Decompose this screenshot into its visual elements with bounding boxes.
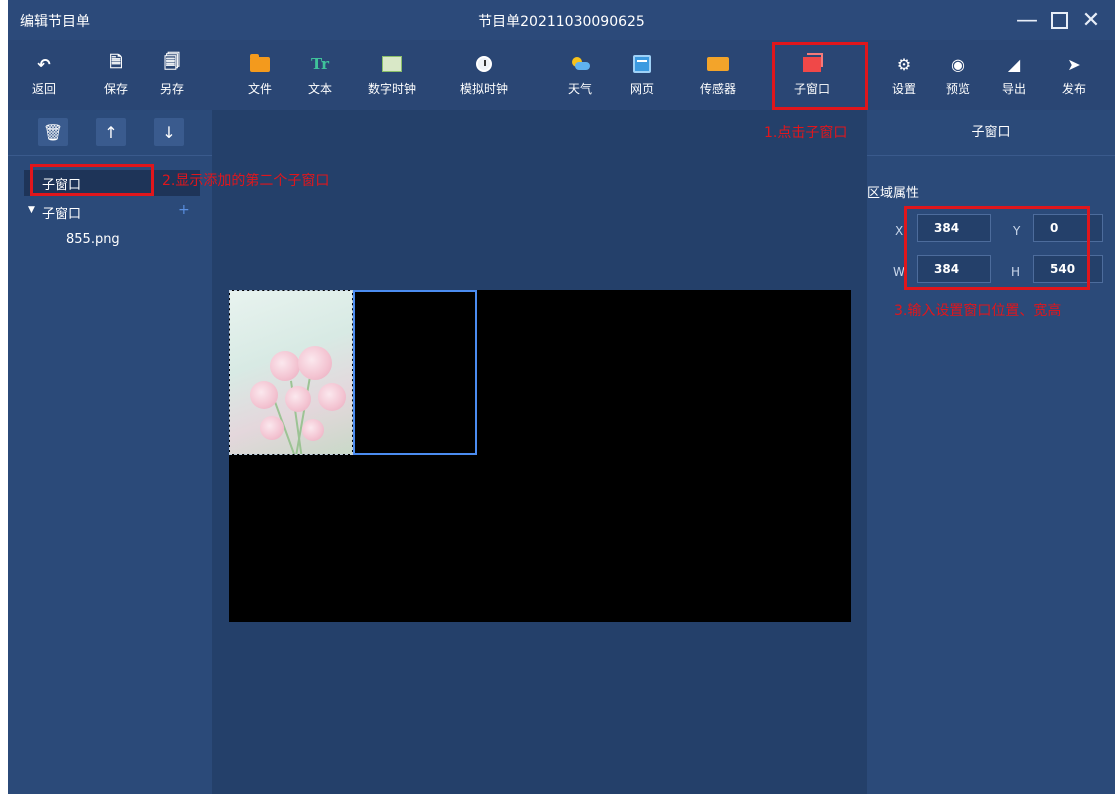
arrow-down-icon: ↓ <box>162 122 176 142</box>
program-editor-window: 编辑节目单 节目单20211030090625 — ✕ ↶ 返回 🗎 保存 🗐 … <box>8 0 1115 794</box>
annotation-box-tree <box>30 164 154 196</box>
save-icon: 🗎 <box>109 51 123 71</box>
analog-clock-icon <box>476 56 492 72</box>
subwindow-1-image[interactable] <box>229 290 353 455</box>
webpage-icon <box>633 55 651 73</box>
weather-button[interactable]: 天气 <box>550 50 610 102</box>
annotation-step2: 2.显示添加的第二个子窗口 <box>162 173 330 189</box>
publish-button[interactable]: ➤ 发布 <box>1044 50 1104 102</box>
title-bar: 编辑节目单 节目单20211030090625 — ✕ <box>8 0 1115 40</box>
webpage-button[interactable]: 网页 <box>612 50 672 102</box>
back-button[interactable]: ↶ 返回 <box>14 50 74 102</box>
toolbar: ↶ 返回 🗎 保存 🗐 另存 文件 Tr 文本 数字时钟 模拟时钟 天气 网页 … <box>8 40 1115 110</box>
file-button[interactable]: 文件 <box>230 50 290 102</box>
maximize-button[interactable] <box>1044 6 1074 34</box>
canvas-area <box>212 110 867 794</box>
digital-clock-button[interactable]: 数字时钟 <box>362 50 422 102</box>
move-down-button[interactable]: ↓ <box>154 118 184 146</box>
layer-tools: 🗑 ↑ ↓ <box>8 110 212 156</box>
annotation-step3: 3.输入设置窗口位置、宽高 <box>894 303 1062 319</box>
export-icon: ◢ <box>1007 54 1021 74</box>
settings-icon: ⚙ <box>896 54 912 74</box>
delete-button[interactable]: 🗑 <box>38 118 68 146</box>
plus-icon[interactable]: + <box>178 202 190 218</box>
settings-button[interactable]: ⚙ 设置 <box>874 50 934 102</box>
x-label: X <box>895 224 904 238</box>
trash-icon: 🗑 <box>42 122 64 142</box>
save-as-button[interactable]: 🗐 另存 <box>142 50 202 102</box>
minimize-button[interactable]: — <box>1012 6 1042 34</box>
close-button[interactable]: ✕ <box>1076 6 1106 34</box>
digital-clock-icon <box>382 56 402 72</box>
led-screen-canvas[interactable] <box>229 290 851 622</box>
arrow-up-icon: ↑ <box>104 122 118 142</box>
export-button[interactable]: ◢ 导出 <box>984 50 1044 102</box>
analog-clock-button[interactable]: 模拟时钟 <box>454 50 514 102</box>
caret-down-icon: ▼ <box>28 205 35 215</box>
move-up-button[interactable]: ↑ <box>96 118 126 146</box>
region-properties-heading: 区域属性 <box>867 186 920 201</box>
program-title: 节目单20211030090625 <box>478 14 645 30</box>
annotation-box-inputs <box>904 206 1090 290</box>
properties-title: 子窗口 <box>867 110 1115 156</box>
subwindow-2-selected[interactable] <box>353 290 477 455</box>
publish-icon: ➤ <box>1067 54 1081 74</box>
layer-panel: 🗑 ↑ ↓ 子窗口 ▼ 子窗口 + 855.png <box>8 110 212 794</box>
save-button[interactable]: 🗎 保存 <box>86 50 146 102</box>
sensor-button[interactable]: 传感器 <box>688 50 748 102</box>
preview-icon: ◉ <box>951 54 965 74</box>
save-as-icon: 🗐 <box>164 51 180 71</box>
annotation-step1: 1.点击子窗口 <box>764 125 848 141</box>
weather-icon <box>570 57 590 71</box>
sensor-icon <box>707 57 729 71</box>
folder-icon <box>250 53 270 72</box>
text-icon: Tr <box>311 55 329 73</box>
preview-button[interactable]: ◉ 预览 <box>928 50 988 102</box>
undo-icon: ↶ <box>37 54 51 74</box>
maximize-icon <box>1050 11 1068 29</box>
text-button[interactable]: Tr 文本 <box>290 50 350 102</box>
annotation-box-subwindow <box>772 42 868 110</box>
